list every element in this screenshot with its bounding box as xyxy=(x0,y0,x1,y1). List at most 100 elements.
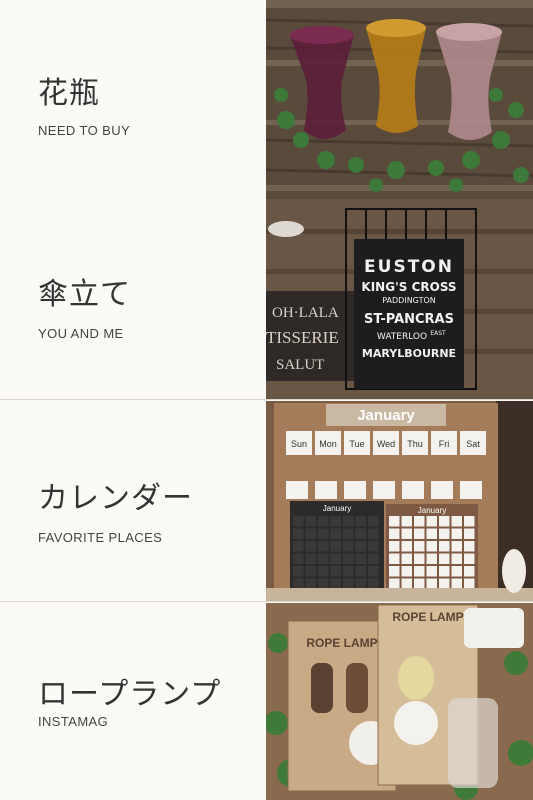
january-tile-calendar-photo[interactable]: January Sun Mon Tue Wed Thu Fri Sat January Ja… xyxy=(266,401,533,601)
calendar-cell xyxy=(355,528,366,539)
item-title: ロープランプ xyxy=(38,677,222,712)
sign-line: EAST xyxy=(430,330,446,337)
item-text-panel: 傘立て YOU AND ME xyxy=(0,199,266,399)
sign-line: EUSTON xyxy=(364,257,454,277)
calendar-cell xyxy=(318,516,329,527)
weekday-label: Thu xyxy=(407,439,423,449)
weekday-label: Sat xyxy=(466,439,480,449)
calendar-cell xyxy=(451,541,462,552)
calendar-cell xyxy=(426,541,437,552)
calendar-cell xyxy=(439,516,450,527)
calendar-cell xyxy=(414,516,425,527)
calendar-cell xyxy=(414,528,425,539)
item-subtitle: INSTAMAG xyxy=(38,714,109,729)
calendar-cell xyxy=(464,553,475,564)
calendar-cell xyxy=(305,528,316,539)
calendar-cell xyxy=(451,528,462,539)
calendar-cell xyxy=(305,578,316,589)
calendar-month: January xyxy=(323,504,351,513)
calendar-cell xyxy=(305,566,316,577)
weekday-label: Wed xyxy=(377,439,395,449)
calendar-cell xyxy=(439,541,450,552)
sign-line: ST-PANCRAS xyxy=(364,312,454,327)
calendar-cell xyxy=(343,566,354,577)
weekday-label: Sun xyxy=(291,439,307,449)
calendar-cell xyxy=(355,516,366,527)
calendar-cell xyxy=(305,516,316,527)
calendar-cell xyxy=(464,541,475,552)
rope-lamp-packages-photo[interactable]: ROPE LAMP ROPE LAMP xyxy=(266,603,533,800)
calendar-cell xyxy=(305,553,316,564)
calendar-cell xyxy=(355,566,366,577)
list-item[interactable]: カレンダー FAVORITE PLACES January Sun Mon Tue W… xyxy=(0,401,533,602)
calendar-cell xyxy=(389,516,400,527)
calendar-cell xyxy=(401,528,412,539)
item-subtitle: YOU AND ME xyxy=(38,326,124,341)
item-text-panel: 花瓶 NEED TO BUY xyxy=(0,0,266,200)
item-title: 傘立て xyxy=(38,277,131,312)
calendar-cell xyxy=(401,553,412,564)
colored-glass-vases-photo[interactable] xyxy=(266,0,533,200)
calendar-cell xyxy=(355,578,366,589)
bg-sign-line: TISSERIE xyxy=(266,328,339,347)
calendar-cell xyxy=(414,541,425,552)
sign-line: PADDINGTON xyxy=(382,296,436,305)
calendar-cell xyxy=(389,541,400,552)
calendar-cell xyxy=(368,566,379,577)
calendar-cell xyxy=(343,578,354,589)
item-title: カレンダー xyxy=(38,481,193,516)
calendar-cell xyxy=(368,578,379,589)
calendar-cell xyxy=(414,566,425,577)
calendar-cell xyxy=(330,541,341,552)
calendar-cell xyxy=(343,553,354,564)
calendar-cell xyxy=(426,578,437,589)
calendar-cell xyxy=(414,553,425,564)
calendar-cell xyxy=(464,578,475,589)
calendar-cell xyxy=(426,553,437,564)
calendar-cell xyxy=(389,578,400,589)
calendar-cell xyxy=(389,528,400,539)
calendar-cell xyxy=(343,541,354,552)
bg-sign-line: OH·LALA xyxy=(272,305,339,321)
calendar-cell xyxy=(318,553,329,564)
calendar-cell xyxy=(343,528,354,539)
calendar-cell xyxy=(464,516,475,527)
calendar-cell xyxy=(318,541,329,552)
sign-line: MARYLBOURNE xyxy=(362,347,456,360)
sign-line: WATERLOO xyxy=(377,332,427,342)
item-text-panel: ロープランプ INSTAMAG xyxy=(0,603,266,800)
calendar-cell xyxy=(318,566,329,577)
weekday-label: Tue xyxy=(349,439,364,449)
calendar-cell xyxy=(293,566,304,577)
list-item[interactable]: 傘立て YOU AND ME OH·LALA TISSERIE SALUT EU… xyxy=(0,199,533,400)
item-text-panel: カレンダー FAVORITE PLACES xyxy=(0,401,266,601)
calendar-cell xyxy=(368,528,379,539)
calendar-cell xyxy=(451,578,462,589)
list-item[interactable]: ロープランプ INSTAMAG ROPE LAMP ROPE LAMP xyxy=(0,603,533,800)
number-tile xyxy=(402,481,424,499)
calendar-cell xyxy=(451,566,462,577)
calendar-cell xyxy=(439,528,450,539)
list-item[interactable]: 花瓶 NEED TO BUY xyxy=(0,0,533,201)
calendar-cell xyxy=(426,528,437,539)
calendar-cell xyxy=(451,553,462,564)
calendar-cell xyxy=(439,578,450,589)
calendar-cell xyxy=(414,578,425,589)
calendar-cell xyxy=(426,566,437,577)
calendar-cell xyxy=(389,553,400,564)
calendar-cell xyxy=(389,566,400,577)
number-tile xyxy=(431,481,453,499)
calendar-cell xyxy=(293,578,304,589)
calendar-cell xyxy=(426,516,437,527)
calendar-cell xyxy=(318,528,329,539)
calendar-cell xyxy=(293,541,304,552)
calendar-cell xyxy=(355,541,366,552)
calendar-cell xyxy=(401,541,412,552)
euston-sign-umbrella-stand-photo[interactable]: OH·LALA TISSERIE SALUT EUSTON KING'S CRO… xyxy=(266,199,533,399)
item-title: 花瓶 xyxy=(38,76,100,111)
calendar-cell xyxy=(330,516,341,527)
calendar-cell xyxy=(368,553,379,564)
weekday-label: Mon xyxy=(319,439,337,449)
calendar-cell xyxy=(464,528,475,539)
weekday-label: Fri xyxy=(439,439,450,449)
